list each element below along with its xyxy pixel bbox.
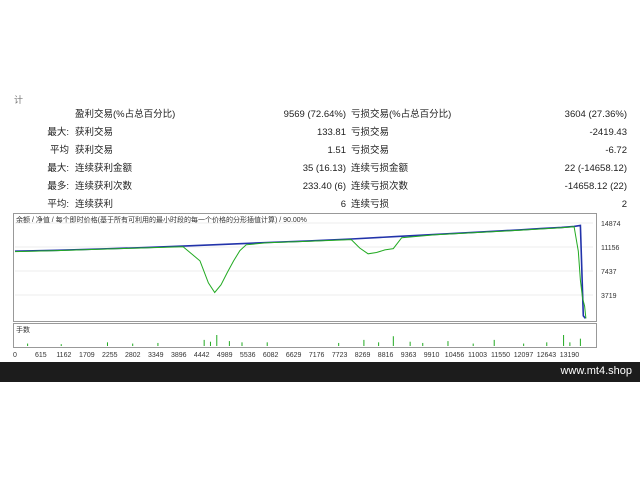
x-tick-label: 2255 xyxy=(102,352,118,359)
x-tick-label: 6082 xyxy=(263,352,279,359)
stat-right-label: 亏损交易(%占总百分比) xyxy=(351,109,452,120)
stat-left-label: 获利交易 xyxy=(75,145,114,156)
stat-prefix: 最大: xyxy=(47,127,69,138)
x-tick-label: 9910 xyxy=(424,352,440,359)
x-tick-label: 0 xyxy=(13,352,17,359)
stat-left-value: 133.81 xyxy=(316,127,346,138)
chart-svg: 余额 / 净值 / 每个即时价格(基于所有可利用的最小时段的每一个价格的分形插值… xyxy=(13,213,621,359)
x-tick-label: 7723 xyxy=(332,352,348,359)
y-tick-label: 14874 xyxy=(601,221,621,228)
stat-left-value: 6 xyxy=(340,199,346,210)
y-tick-label: 11156 xyxy=(601,245,620,252)
stat-right-label: 连续亏损金额 xyxy=(351,163,409,174)
y-tick-label: 3719 xyxy=(601,293,617,300)
footer-bar: www.mt4.shop xyxy=(0,362,640,382)
stat-right-label: 连续亏损 xyxy=(351,199,390,210)
stat-right-value: 2 xyxy=(621,199,627,210)
stat-row: 最大: 连续获利金额 35 (16.13) 连续亏损金额 22 (-14658.… xyxy=(0,160,640,178)
x-tick-label: 4989 xyxy=(217,352,233,359)
x-tick-label: 1709 xyxy=(79,352,95,359)
stat-right-label: 亏损交易 xyxy=(351,145,390,156)
stat-left-value: 35 (16.13) xyxy=(302,163,346,174)
x-tick-label: 8269 xyxy=(355,352,371,359)
stat-prefix: 平均 xyxy=(49,145,69,156)
stat-prefix: 最大: xyxy=(47,163,69,174)
x-tick-label: 2802 xyxy=(125,352,141,359)
y-tick-label: 7437 xyxy=(601,269,617,276)
y-axis: 14874 11156 7437 3719 xyxy=(601,221,621,300)
stat-row: 盈利交易(%占总百分比) 9569 (72.64%) 亏损交易(%占总百分比) … xyxy=(0,106,640,124)
stat-left-value: 1.51 xyxy=(327,145,347,156)
x-tick-label: 13190 xyxy=(560,352,580,359)
x-tick-label: 3896 xyxy=(171,352,187,359)
x-tick-label: 10456 xyxy=(445,352,465,359)
x-tick-label: 11550 xyxy=(491,352,510,359)
stat-prefix: 最多: xyxy=(47,181,69,192)
stat-left-label: 连续获利金额 xyxy=(75,163,133,174)
volume-plot-frame xyxy=(13,323,597,348)
x-tick-label: 1162 xyxy=(56,352,71,359)
stat-right-value: 3604 (27.36%) xyxy=(564,109,627,120)
x-tick-label: 8816 xyxy=(378,352,394,359)
stat-left-value: 9569 (72.64%) xyxy=(283,109,346,120)
x-tick-label: 11003 xyxy=(468,352,487,359)
stat-right-label: 亏损交易 xyxy=(351,127,390,138)
x-tick-label: 9363 xyxy=(401,352,417,359)
stat-left-label: 获利交易 xyxy=(75,127,114,138)
stat-left-label: 盈利交易(%占总百分比) xyxy=(75,109,176,120)
stat-row: 平均: 连续获利 6 连续亏损 2 xyxy=(0,196,640,214)
stat-right-value: -2419.43 xyxy=(589,127,627,138)
x-tick-label: 7176 xyxy=(309,352,325,359)
stat-prefix: 平均: xyxy=(47,199,69,210)
stat-right-label: 连续亏损次数 xyxy=(351,181,409,192)
stat-left-value: 233.40 (6) xyxy=(302,181,346,192)
x-tick-label: 3349 xyxy=(148,352,164,359)
stat-right-value: -6.72 xyxy=(605,145,627,156)
balance-equity-chart: 余额 / 净值 / 每个即时价格(基于所有可利用的最小时段的每一个价格的分形插值… xyxy=(13,213,633,360)
stat-row: 最多: 连续获利次数 233.40 (6) 连续亏损次数 -14658.12 (… xyxy=(0,178,640,196)
stat-right-value: -14658.12 (22) xyxy=(564,181,627,192)
site-watermark: www.mt4.shop xyxy=(560,365,632,377)
x-tick-label: 6629 xyxy=(286,352,302,359)
chart-legend-text: 余额 / 净值 / 每个即时价格(基于所有可利用的最小时段的每一个价格的分形插值… xyxy=(16,215,307,224)
stat-left-label: 连续获利 xyxy=(75,199,114,210)
stat-row: 平均 获利交易 1.51 亏损交易 -6.72 xyxy=(0,142,640,160)
x-tick-label: 5536 xyxy=(240,352,256,359)
x-tick-label: 12643 xyxy=(537,352,557,359)
x-tick-label: 4442 xyxy=(194,352,210,359)
header-fragment: 计 xyxy=(14,95,24,105)
stat-right-value: 22 (-14658.12) xyxy=(564,163,627,174)
x-tick-label: 615 xyxy=(35,352,47,359)
stat-left-label: 连续获利次数 xyxy=(75,181,133,192)
stat-row: 最大: 获利交易 133.81 亏损交易 -2419.43 xyxy=(0,124,640,142)
x-axis: 0 615 1162 1709 2255 2802 3349 3896 4442 4989 5536… xyxy=(13,352,579,359)
x-tick-label: 12097 xyxy=(514,352,534,359)
volume-label: 手数 xyxy=(16,325,30,334)
